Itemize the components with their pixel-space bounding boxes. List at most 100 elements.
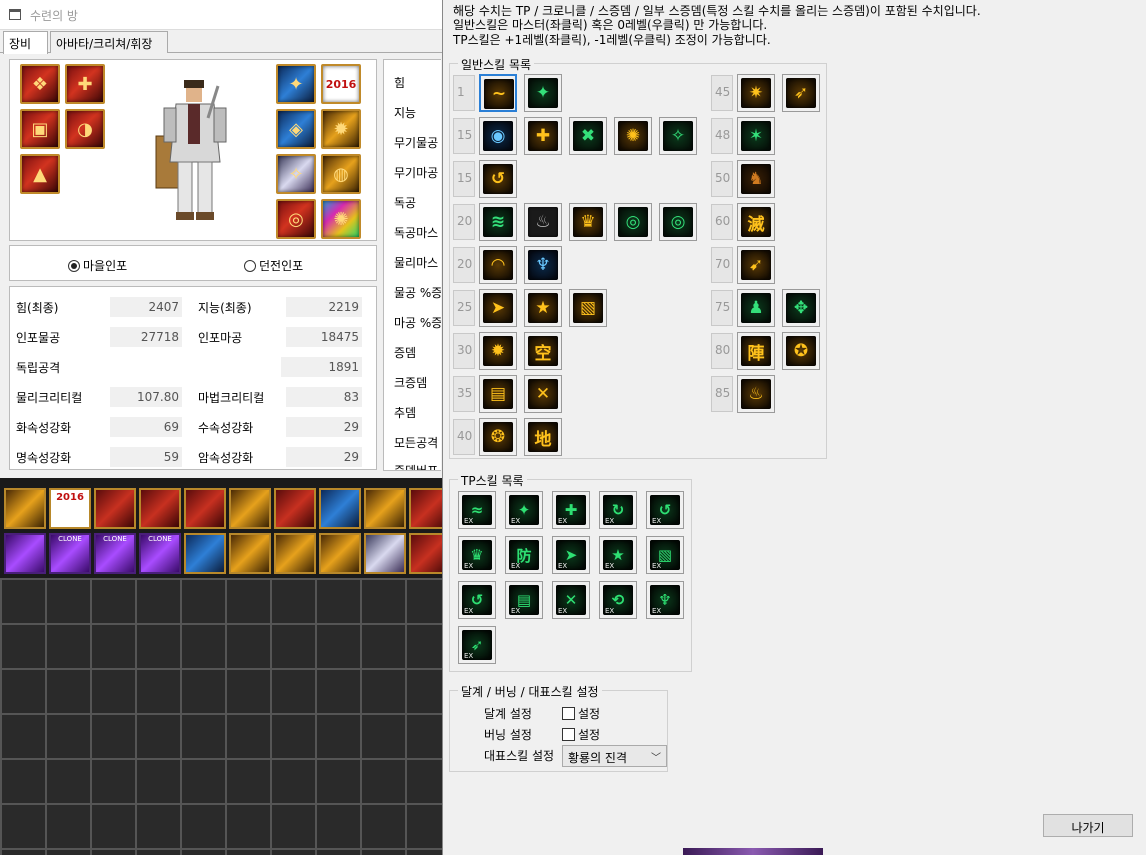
skill-icon[interactable]: ✹ xyxy=(479,332,517,370)
checkbox-icon[interactable] xyxy=(562,707,575,720)
inventory-empty-grid[interactable] xyxy=(0,578,442,855)
skill-icon[interactable]: ▤ xyxy=(505,581,543,619)
skill-icon[interactable]: ✶ xyxy=(737,117,775,155)
skill-icon[interactable]: ♨ xyxy=(737,375,775,413)
radio-village-info[interactable]: 마을인포 xyxy=(68,257,127,274)
skill-icon[interactable]: ♛ xyxy=(569,203,607,241)
equip-slot-icon[interactable]: ✺ xyxy=(321,199,361,239)
inventory-clone-icon[interactable]: CLONE xyxy=(49,533,91,574)
inventory-item-icon[interactable] xyxy=(409,488,442,529)
skill-icon[interactable]: ✺ xyxy=(614,117,652,155)
checkbox-icon[interactable] xyxy=(562,728,575,741)
inventory-item-icon[interactable] xyxy=(184,533,226,574)
rep-skill-select[interactable]: 황룡의 진격 ﹀ xyxy=(562,745,667,767)
skill-icon[interactable]: 滅 xyxy=(737,203,775,241)
skill-icon[interactable]: ♨ xyxy=(524,203,562,241)
inventory-2016-icon[interactable]: 2016 xyxy=(49,488,91,529)
equip-slot-icon[interactable]: ▲ xyxy=(20,154,60,194)
inventory-item-icon[interactable] xyxy=(364,533,406,574)
skill-icon[interactable]: ≈ xyxy=(458,491,496,529)
skill-icon[interactable]: ➶ xyxy=(458,626,496,664)
skill-icon[interactable]: ❂ xyxy=(479,418,517,456)
skill-icon[interactable]: ▤ xyxy=(479,375,517,413)
inventory-item-icon[interactable] xyxy=(364,488,406,529)
skill-icon[interactable]: ◉ xyxy=(479,117,517,155)
equip-slot-icon[interactable]: ✚ xyxy=(65,64,105,104)
inventory-item-icon[interactable] xyxy=(319,533,361,574)
dalgye-checkbox[interactable]: 설정 xyxy=(562,705,600,722)
skill-icon[interactable]: ↺ xyxy=(479,160,517,198)
skill-icon[interactable]: ↺ xyxy=(646,491,684,529)
skill-icon[interactable]: ✦ xyxy=(524,74,562,112)
tab-equipment[interactable]: 장비 xyxy=(3,31,48,54)
skill-icon[interactable]: ≋ xyxy=(479,203,517,241)
skill-glyph-icon: 陣 xyxy=(741,336,771,366)
skill-icon[interactable]: ★ xyxy=(524,289,562,327)
skill-icon[interactable]: ~ xyxy=(479,74,517,112)
skill-icon[interactable]: ▧ xyxy=(569,289,607,327)
equip-slot-icon[interactable]: ▣ xyxy=(20,109,60,149)
equip-slot-icon[interactable]: ◈ xyxy=(276,109,316,149)
skill-icon[interactable]: ▧ xyxy=(646,536,684,574)
inventory-item-icon[interactable] xyxy=(409,533,442,574)
skill-icon[interactable]: ➤ xyxy=(552,536,590,574)
equip-slot-icon[interactable]: ❖ xyxy=(20,64,60,104)
inventory-item-icon[interactable] xyxy=(94,488,136,529)
inventory-item-icon[interactable] xyxy=(139,488,181,529)
equip-slot-icon[interactable]: ✦ xyxy=(276,64,316,104)
equip-slot-icon[interactable]: ◍ xyxy=(321,154,361,194)
skill-icon[interactable]: 防 xyxy=(505,536,543,574)
skill-icon[interactable]: 地 xyxy=(524,418,562,456)
exit-button[interactable]: 나가기 xyxy=(1043,814,1133,837)
skill-icon[interactable]: ◠ xyxy=(479,246,517,284)
skill-icon[interactable]: ✥ xyxy=(782,289,820,327)
inventory-item-icon[interactable] xyxy=(184,488,226,529)
skill-icon[interactable]: ✦ xyxy=(505,491,543,529)
skill-icon[interactable]: ✚ xyxy=(552,491,590,529)
equip-slot-2016-icon[interactable]: 2016 xyxy=(321,64,361,104)
skill-icon[interactable]: ➹ xyxy=(737,246,775,284)
tab-avatar[interactable]: 아바타/크리쳐/휘장 xyxy=(50,31,168,53)
skill-icon[interactable]: ◎ xyxy=(614,203,652,241)
inventory-avatar-icon[interactable] xyxy=(4,533,46,574)
inventory-clone-icon[interactable]: CLONE xyxy=(139,533,181,574)
equip-slot-icon[interactable]: ◑ xyxy=(65,109,105,149)
skill-icon[interactable]: ✕ xyxy=(552,581,590,619)
skill-icon[interactable]: ✪ xyxy=(782,332,820,370)
skill-icon[interactable]: ♞ xyxy=(737,160,775,198)
skill-icon[interactable]: ✧ xyxy=(659,117,697,155)
skill-icon[interactable]: ◎ xyxy=(659,203,697,241)
radio-dot-selected-icon[interactable] xyxy=(68,259,80,272)
equip-slot-icon[interactable]: ✧ xyxy=(276,154,316,194)
skill-icon[interactable]: ♛ xyxy=(458,536,496,574)
skill-icon[interactable]: ♆ xyxy=(524,246,562,284)
skill-icon[interactable]: ♟ xyxy=(737,289,775,327)
inventory-item-icon[interactable] xyxy=(229,488,271,529)
skill-icon[interactable]: ✷ xyxy=(737,74,775,112)
skill-icon[interactable]: ♆ xyxy=(646,581,684,619)
inventory-clone-icon[interactable]: CLONE xyxy=(94,533,136,574)
skill-icon[interactable]: ↺ xyxy=(458,581,496,619)
inventory-item-icon[interactable] xyxy=(274,533,316,574)
skill-icon[interactable]: ✚ xyxy=(524,117,562,155)
burning-checkbox[interactable]: 설정 xyxy=(562,726,600,743)
skill-icon[interactable]: ➤ xyxy=(479,289,517,327)
inventory-item-icon[interactable] xyxy=(229,533,271,574)
skill-icon[interactable]: ➶ xyxy=(782,74,820,112)
skill-settings-window: 해당 수치는 TP / 크로니클 / 스증뎀 / 일부 스증뎀(특정 스킬 수치… xyxy=(442,0,1146,855)
skill-icon[interactable]: ⟲ xyxy=(599,581,637,619)
skill-icon[interactable]: 空 xyxy=(524,332,562,370)
equip-slot-icon[interactable]: ◎ xyxy=(276,199,316,239)
radio-dungeon-info[interactable]: 던전인포 xyxy=(244,257,303,274)
skill-icon[interactable]: ↻ xyxy=(599,491,637,529)
inventory-item-icon[interactable] xyxy=(4,488,46,529)
skill-icon[interactable]: ✖ xyxy=(569,117,607,155)
skill-glyph-icon: ✷ xyxy=(741,78,771,108)
radio-dot-icon[interactable] xyxy=(244,259,256,272)
equip-slot-icon[interactable]: ✹ xyxy=(321,109,361,149)
skill-icon[interactable]: 陣 xyxy=(737,332,775,370)
inventory-item-icon[interactable] xyxy=(319,488,361,529)
skill-icon[interactable]: ✕ xyxy=(524,375,562,413)
inventory-item-icon[interactable] xyxy=(274,488,316,529)
skill-icon[interactable]: ★ xyxy=(599,536,637,574)
